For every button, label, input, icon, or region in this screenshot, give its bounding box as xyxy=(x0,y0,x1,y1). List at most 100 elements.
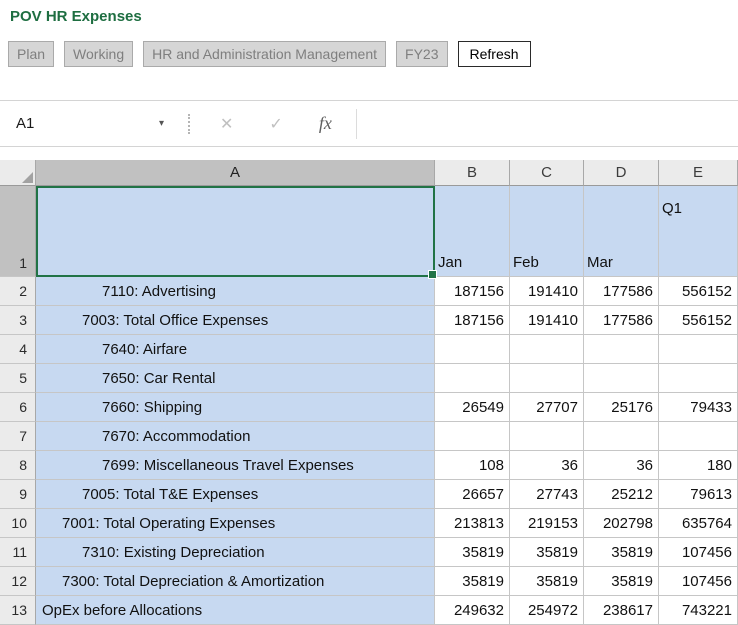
data-cell[interactable]: 108 xyxy=(435,451,510,480)
cell-D1-mar[interactable]: Mar xyxy=(584,186,659,277)
member-cell[interactable]: 7300: Total Depreciation & Amortization xyxy=(36,567,435,596)
data-cell[interactable]: 107456 xyxy=(659,538,738,567)
row-header[interactable]: 7 xyxy=(0,422,36,451)
row-header[interactable]: 11 xyxy=(0,538,36,567)
data-cell[interactable]: 556152 xyxy=(659,306,738,335)
data-cell[interactable]: 180 xyxy=(659,451,738,480)
data-cell[interactable]: 26657 xyxy=(435,480,510,509)
data-cell[interactable]: 743221 xyxy=(659,596,738,625)
data-cell[interactable]: 249632 xyxy=(435,596,510,625)
row-header[interactable]: 10 xyxy=(0,509,36,538)
data-cell[interactable]: 27707 xyxy=(510,393,584,422)
data-cell[interactable] xyxy=(584,364,659,393)
data-cell[interactable]: 213813 xyxy=(435,509,510,538)
data-cell[interactable] xyxy=(510,335,584,364)
pov-entity-button[interactable]: HR and Administration Management xyxy=(143,41,386,67)
data-cell[interactable]: 219153 xyxy=(510,509,584,538)
data-cell[interactable]: 238617 xyxy=(584,596,659,625)
pov-toolbar: Plan Working HR and Administration Manag… xyxy=(8,41,531,67)
row-header[interactable]: 5 xyxy=(0,364,36,393)
data-cell[interactable] xyxy=(510,364,584,393)
data-cell[interactable] xyxy=(435,364,510,393)
formula-bar: A1 ▾ ✕ ✓ fx xyxy=(0,100,738,147)
data-cell[interactable] xyxy=(435,422,510,451)
formula-bar-separator xyxy=(356,109,357,139)
data-cell[interactable] xyxy=(659,422,738,451)
data-cell[interactable]: 187156 xyxy=(435,306,510,335)
data-cell[interactable]: 79613 xyxy=(659,480,738,509)
row-header-1[interactable]: 1 xyxy=(0,186,36,277)
data-cell[interactable]: 35819 xyxy=(435,538,510,567)
member-cell[interactable]: 7005: Total T&E Expenses xyxy=(36,480,435,509)
column-header-C[interactable]: C xyxy=(510,160,584,186)
data-cell[interactable]: 27743 xyxy=(510,480,584,509)
member-cell[interactable]: 7001: Total Operating Expenses xyxy=(36,509,435,538)
member-cell[interactable]: OpEx before Allocations xyxy=(36,596,435,625)
cell-B1-jan[interactable]: Jan xyxy=(435,186,510,277)
data-cell[interactable] xyxy=(584,422,659,451)
row-header[interactable]: 12 xyxy=(0,567,36,596)
member-cell[interactable]: 7699: Miscellaneous Travel Expenses xyxy=(36,451,435,480)
data-cell[interactable]: 191410 xyxy=(510,306,584,335)
data-cell[interactable]: 635764 xyxy=(659,509,738,538)
enter-icon[interactable]: ✓ xyxy=(269,114,282,134)
row-header[interactable]: 4 xyxy=(0,335,36,364)
cell-C1-feb[interactable]: Feb xyxy=(510,186,584,277)
data-cell[interactable]: 191410 xyxy=(510,277,584,306)
cell-E1-q1[interactable]: Q1 xyxy=(659,186,738,277)
selected-cell-A1[interactable] xyxy=(36,186,435,277)
row-header[interactable]: 8 xyxy=(0,451,36,480)
data-cell[interactable]: 556152 xyxy=(659,277,738,306)
row-header[interactable]: 3 xyxy=(0,306,36,335)
data-cell[interactable]: 107456 xyxy=(659,567,738,596)
data-cell[interactable]: 26549 xyxy=(435,393,510,422)
column-header-A[interactable]: A xyxy=(36,160,435,186)
row-header[interactable]: 13 xyxy=(0,596,36,625)
row-header[interactable]: 2 xyxy=(0,277,36,306)
member-cell[interactable]: 7640: Airfare xyxy=(36,335,435,364)
fill-handle[interactable] xyxy=(428,270,437,279)
data-cell[interactable]: 254972 xyxy=(510,596,584,625)
member-cell[interactable]: 7310: Existing Depreciation xyxy=(36,538,435,567)
data-cell[interactable]: 35819 xyxy=(510,567,584,596)
data-cell[interactable]: 35819 xyxy=(435,567,510,596)
formula-input[interactable] xyxy=(365,101,738,146)
data-cell[interactable]: 25212 xyxy=(584,480,659,509)
refresh-button[interactable]: Refresh xyxy=(458,41,531,67)
data-cell[interactable] xyxy=(659,335,738,364)
data-cell[interactable]: 35819 xyxy=(510,538,584,567)
data-cell[interactable]: 177586 xyxy=(584,277,659,306)
name-box-value: A1 xyxy=(16,115,34,132)
data-cell[interactable]: 79433 xyxy=(659,393,738,422)
name-box-dropdown-icon[interactable]: ▾ xyxy=(159,118,164,129)
member-cell[interactable]: 7670: Accommodation xyxy=(36,422,435,451)
cancel-icon[interactable]: ✕ xyxy=(220,114,233,134)
select-all-corner[interactable] xyxy=(0,160,36,186)
data-cell[interactable] xyxy=(510,422,584,451)
pov-plan-button[interactable]: Plan xyxy=(8,41,54,67)
data-cell[interactable] xyxy=(659,364,738,393)
data-cell[interactable]: 35819 xyxy=(584,538,659,567)
data-cell[interactable]: 187156 xyxy=(435,277,510,306)
insert-function-icon[interactable]: fx xyxy=(319,113,332,134)
data-cell[interactable]: 36 xyxy=(584,451,659,480)
row-header[interactable]: 6 xyxy=(0,393,36,422)
column-header-D[interactable]: D xyxy=(584,160,659,186)
pov-version-button[interactable]: Working xyxy=(64,41,133,67)
data-cell[interactable]: 25176 xyxy=(584,393,659,422)
column-header-E[interactable]: E xyxy=(659,160,738,186)
member-cell[interactable]: 7003: Total Office Expenses xyxy=(36,306,435,335)
data-cell[interactable]: 35819 xyxy=(584,567,659,596)
member-cell[interactable]: 7110: Advertising xyxy=(36,277,435,306)
data-cell[interactable] xyxy=(584,335,659,364)
data-cell[interactable]: 202798 xyxy=(584,509,659,538)
name-box[interactable]: A1 ▾ xyxy=(10,115,170,132)
member-cell[interactable]: 7650: Car Rental xyxy=(36,364,435,393)
row-header[interactable]: 9 xyxy=(0,480,36,509)
column-header-B[interactable]: B xyxy=(435,160,510,186)
member-cell[interactable]: 7660: Shipping xyxy=(36,393,435,422)
data-cell[interactable]: 36 xyxy=(510,451,584,480)
data-cell[interactable] xyxy=(435,335,510,364)
pov-year-button[interactable]: FY23 xyxy=(396,41,447,67)
data-cell[interactable]: 177586 xyxy=(584,306,659,335)
